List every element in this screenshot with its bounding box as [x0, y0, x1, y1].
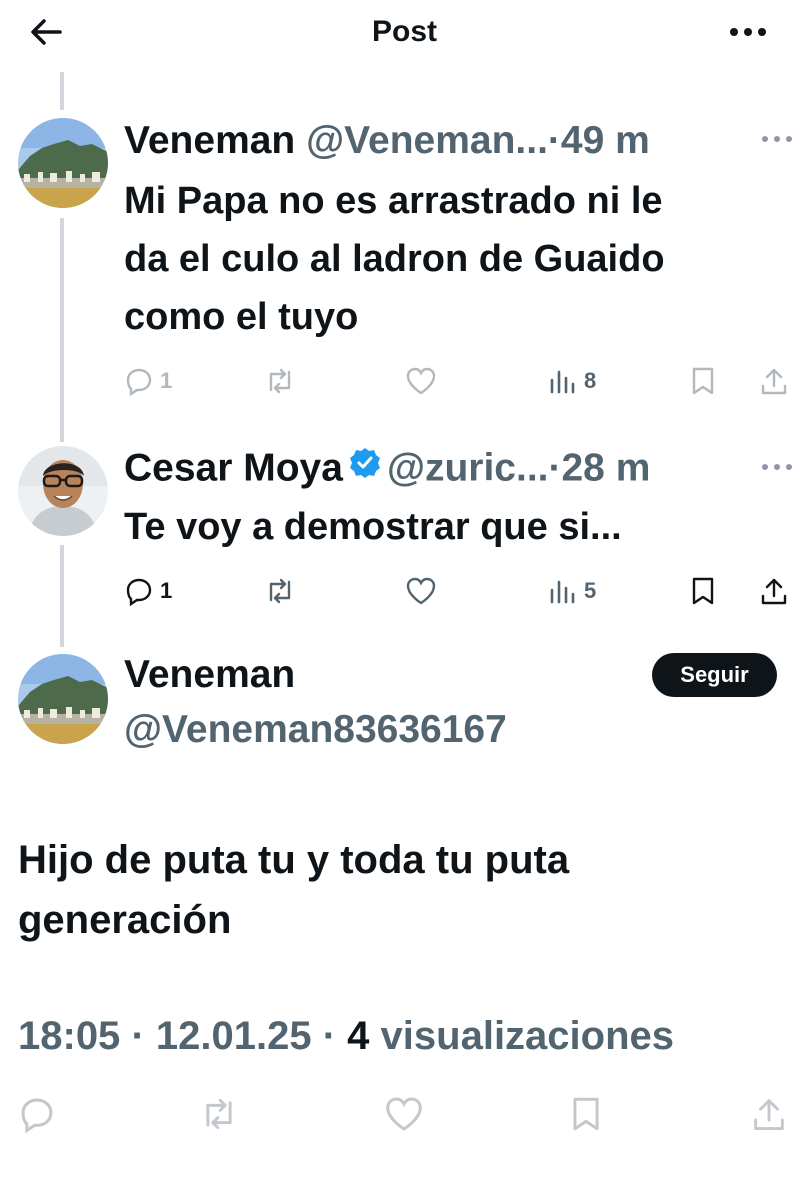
reply-icon: [21, 1098, 53, 1134]
top-bar: Post: [0, 0, 809, 70]
like-button[interactable]: [384, 1095, 424, 1143]
repost-button[interactable]: [263, 571, 297, 611]
views-label[interactable]: visualizaciones: [381, 1014, 674, 1058]
reply-author[interactable]: Cesar Moya @zuric...·28 m: [124, 443, 650, 497]
views-button[interactable]: 5: [548, 571, 596, 611]
reply-count: 1: [160, 368, 173, 393]
views-icon: [550, 370, 575, 394]
verified-badge-icon: [349, 443, 381, 491]
like-button[interactable]: [405, 571, 437, 611]
reply-icon: [126, 368, 152, 396]
reply-icon: [126, 578, 152, 606]
text-line: Mi Papa no es arrastrado ni le: [124, 180, 663, 222]
author-name: Cesar Moya: [124, 446, 343, 490]
bookmark-icon: [573, 1097, 599, 1131]
like-button[interactable]: [405, 361, 437, 401]
views-button[interactable]: 8: [548, 361, 596, 401]
separator: ·: [131, 1014, 145, 1058]
bookmark-icon: [692, 577, 714, 605]
bookmark-button[interactable]: [690, 361, 716, 401]
share-icon: [761, 578, 787, 605]
more-options-icon[interactable]: [760, 460, 794, 472]
share-button[interactable]: [760, 361, 788, 401]
text-line: generación: [18, 898, 232, 942]
share-button[interactable]: [752, 1095, 786, 1143]
heart-icon: [406, 367, 436, 395]
reply-text: Mi Papa no es arrastrado ni le da el cul…: [124, 172, 665, 346]
thread-line: [60, 72, 64, 110]
reply-text: Te voy a demostrar que si...: [124, 498, 622, 556]
post-time: ·28 m: [548, 446, 651, 490]
bookmark-icon: [692, 367, 714, 395]
repost-button[interactable]: [198, 1095, 240, 1143]
bookmark-button[interactable]: [690, 571, 716, 611]
views-count[interactable]: 4: [347, 1014, 369, 1058]
repost-icon: [206, 1098, 232, 1130]
post-meta: 18:05 · 12.01.25 · 4 visualizaciones: [18, 1012, 674, 1060]
author-name: Veneman: [124, 119, 296, 162]
post-text: Hijo de puta tu y toda tu puta generació…: [18, 830, 569, 950]
heart-icon: [406, 577, 436, 605]
avatar[interactable]: [18, 118, 108, 208]
share-button[interactable]: [760, 571, 788, 611]
more-options-icon[interactable]: [726, 12, 770, 52]
reply-button[interactable]: 1: [124, 361, 172, 401]
share-icon: [754, 1099, 784, 1131]
reply-button[interactable]: 1: [124, 571, 172, 611]
reply-author[interactable]: Veneman @Veneman...·49 m: [124, 117, 650, 165]
text-line: Te voy a demostrar que si...: [124, 506, 622, 548]
share-icon: [761, 368, 787, 395]
thread-line: [60, 545, 64, 647]
reply-button[interactable]: [18, 1095, 56, 1143]
text-line: da el culo al ladron de Guaido: [124, 238, 665, 280]
heart-icon: [386, 1097, 422, 1131]
more-options-icon[interactable]: [760, 132, 794, 144]
repost-button[interactable]: [263, 361, 297, 401]
author-handle: @Veneman...: [306, 119, 548, 162]
repost-icon: [269, 578, 291, 604]
text-line: como el tuyo: [124, 296, 359, 338]
follow-button[interactable]: Seguir: [652, 653, 777, 697]
author-handle: @zuric...: [386, 446, 549, 490]
avatar[interactable]: [18, 446, 108, 536]
text-line: Hijo de puta tu y toda tu puta: [18, 838, 570, 882]
avatar[interactable]: [18, 654, 108, 744]
post-time: 18:05: [18, 1014, 121, 1058]
post-date: 12.01.25: [155, 1014, 312, 1058]
bookmark-button[interactable]: [570, 1095, 602, 1143]
reply-count: 1: [160, 578, 173, 603]
page-title: Post: [371, 15, 437, 48]
author-handle[interactable]: @Veneman83636167: [124, 706, 507, 754]
repost-icon: [269, 368, 291, 394]
post-time: ·49 m: [547, 119, 650, 162]
separator: ·: [322, 1014, 337, 1058]
thread-line: [60, 218, 64, 442]
views-icon: [550, 580, 575, 604]
author-name[interactable]: Veneman: [124, 651, 295, 699]
views-count: 5: [584, 578, 597, 603]
views-count: 8: [584, 368, 597, 393]
